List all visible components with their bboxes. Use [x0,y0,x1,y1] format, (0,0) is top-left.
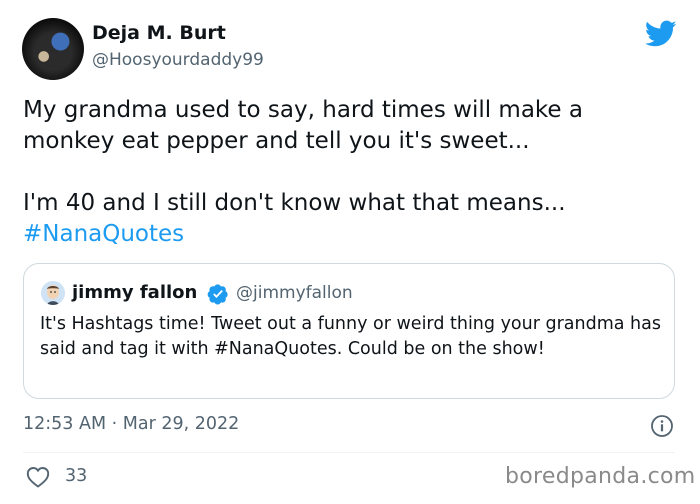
quoted-tweet-text: It's Hashtags time! Tweet out a funny or… [40,314,661,359]
divider [23,452,675,453]
tweet-body: My grandma used to say, hard times will … [23,95,673,250]
info-icon[interactable] [650,414,674,438]
twitter-bird-icon[interactable] [645,20,677,48]
tweet-timestamp[interactable]: 12:53 AM · Mar 29, 2022 [23,414,239,434]
tweet-line: monkey eat pepper and tell you it's swee… [23,128,530,154]
quoted-handle[interactable]: @jimmyfallon [236,283,353,303]
author-display-name[interactable]: Deja M. Burt [92,22,226,44]
tweet-line: My grandma used to say, hard times will … [23,97,583,123]
author-handle[interactable]: @Hoosyourdaddy99 [92,50,264,70]
author-avatar[interactable] [22,18,84,80]
quoted-author-avatar [41,281,65,305]
heart-icon[interactable] [26,466,50,488]
tweet-line: I'm 40 and I still don't know what that … [23,190,566,216]
hashtag-link[interactable]: #NanaQuotes [23,221,184,247]
verified-badge-icon [207,284,228,305]
like-count: 33 [65,466,88,486]
quoted-tweet-card[interactable]: jimmy fallon @jimmyfallon It's Hashtags … [23,263,675,399]
watermark: boredpanda.com [505,464,696,489]
quoted-display-name[interactable]: jimmy fallon [72,282,197,303]
